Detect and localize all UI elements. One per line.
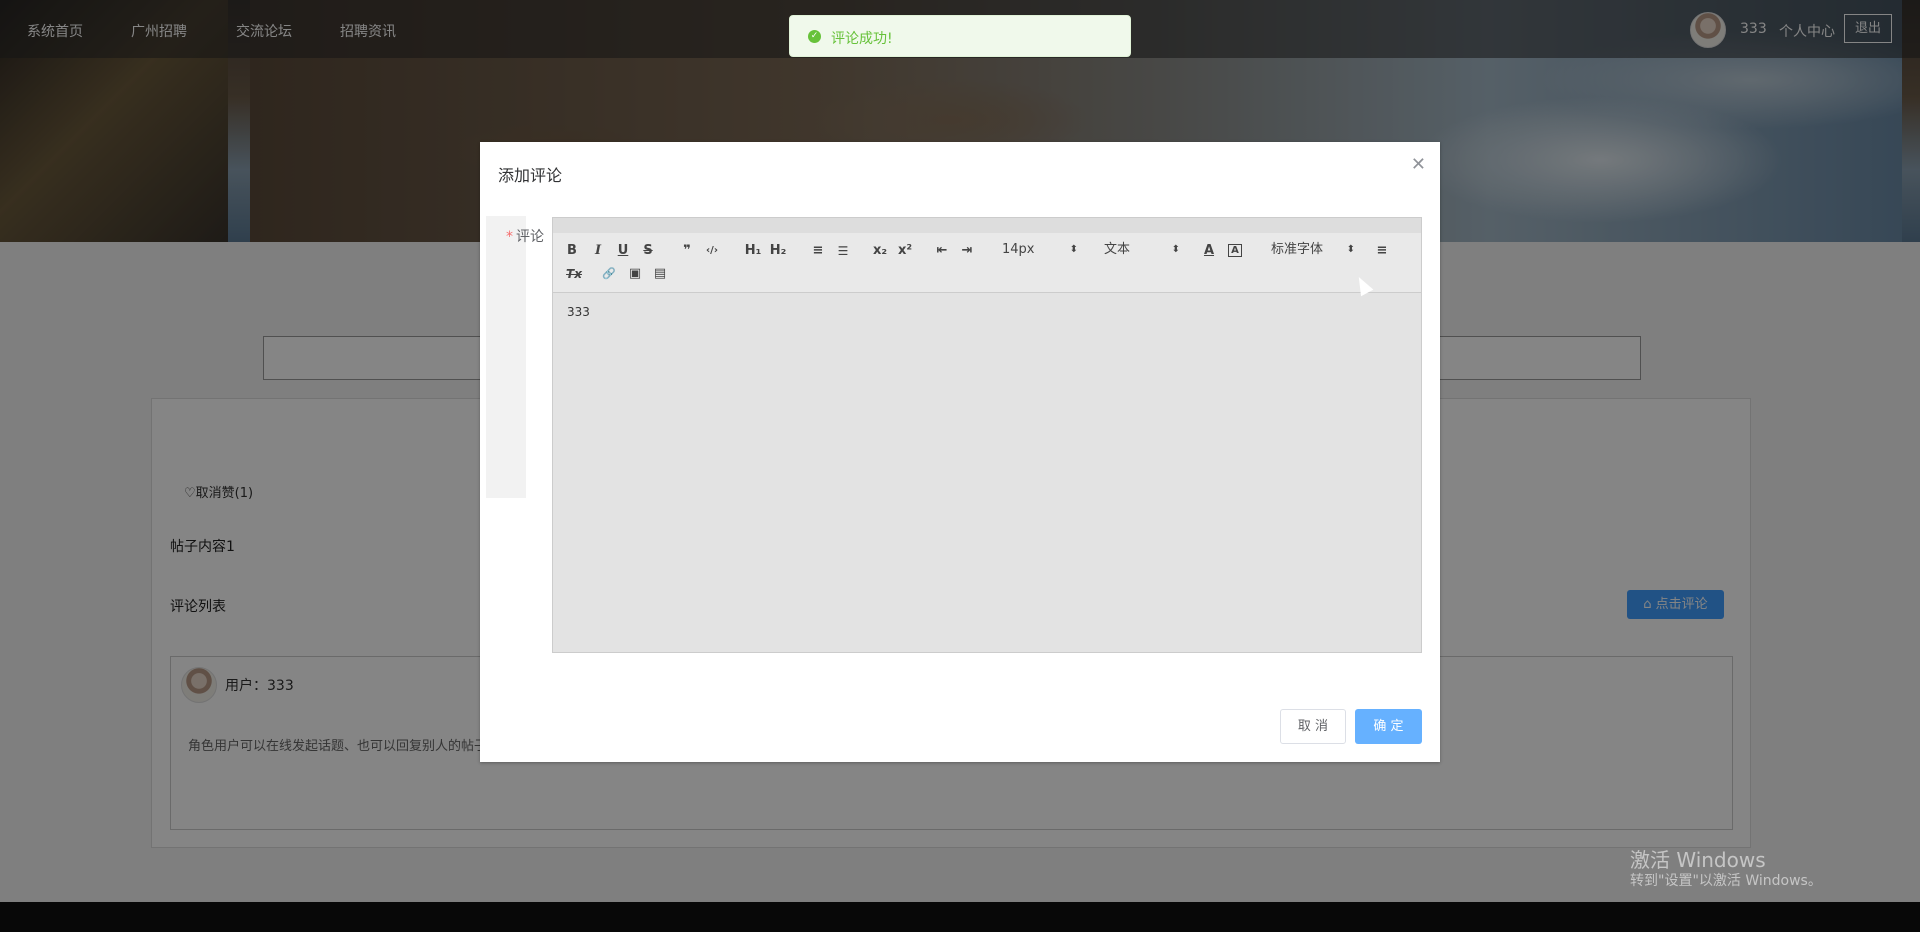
header-select-value: 文本 xyxy=(1104,242,1131,257)
outdent-icon[interactable]: ⇤ xyxy=(934,242,950,260)
add-comment-dialog: 添加评论 ✕ * 评论 B I U S ❞ ‹/› H₁ H₂ ≡ ☰ x₂ x²… xyxy=(480,142,1440,762)
windows-activation-subtitle: 转到"设置"以激活 Windows。 xyxy=(1630,873,1822,889)
font-family-select[interactable]: 标准字体 ⬍ xyxy=(1271,241,1355,259)
form-label-area xyxy=(486,216,526,498)
editor-toolbar: B I U S ❞ ‹/› H₁ H₂ ≡ ☰ x₂ x² ⇤ ⇥ 14px ⬍ … xyxy=(553,233,1421,293)
comment-label-text: 评论 xyxy=(516,229,544,245)
blockquote-icon[interactable]: ❞ xyxy=(679,242,695,260)
background-color-icon[interactable]: A xyxy=(1228,244,1242,257)
cancel-button[interactable]: 取 消 xyxy=(1280,709,1346,744)
dialog-title: 添加评论 xyxy=(498,166,563,185)
close-icon[interactable]: ✕ xyxy=(1411,156,1426,174)
text-color-icon[interactable]: A xyxy=(1202,242,1216,260)
editor-top-strip xyxy=(553,218,1421,233)
italic-icon[interactable]: I xyxy=(591,242,605,260)
indent-icon[interactable]: ⇥ xyxy=(959,242,975,260)
editor-content-area[interactable]: 333 xyxy=(553,293,1421,652)
select-arrow-icon: ⬍ xyxy=(1069,244,1078,255)
video-icon[interactable]: ▤ xyxy=(652,265,668,283)
link-icon[interactable]: 🔗 xyxy=(601,265,617,283)
font-size-select[interactable]: 14px ⬍ xyxy=(1002,241,1078,259)
ordered-list-icon[interactable]: ≡ xyxy=(810,242,826,260)
check-circle-icon: ✓ xyxy=(808,30,821,43)
font-family-value: 标准字体 xyxy=(1271,242,1324,257)
header-1-icon[interactable]: H₁ xyxy=(743,242,763,260)
strikethrough-icon[interactable]: S xyxy=(641,242,655,260)
select-arrow-icon: ⬍ xyxy=(1171,244,1180,255)
toast-message: 评论成功! xyxy=(831,31,893,47)
align-left-icon[interactable]: ≡ xyxy=(1374,242,1390,260)
required-mark: * xyxy=(506,229,513,245)
superscript-icon[interactable]: x² xyxy=(896,242,914,260)
clear-format-icon[interactable]: Tx xyxy=(565,265,583,283)
font-size-value: 14px xyxy=(1002,242,1035,257)
editor-text: 333 xyxy=(567,305,590,319)
code-block-icon[interactable]: ‹/› xyxy=(703,242,721,260)
bullet-list-icon[interactable]: ☰ xyxy=(835,242,851,260)
subscript-icon[interactable]: x₂ xyxy=(871,242,889,260)
underline-icon[interactable]: U xyxy=(616,242,630,260)
header-2-icon[interactable]: H₂ xyxy=(768,242,788,260)
header-select[interactable]: 文本 ⬍ xyxy=(1104,241,1180,259)
windows-activation-watermark: 激活 Windows xyxy=(1630,848,1766,872)
select-arrow-icon: ⬍ xyxy=(1346,244,1355,255)
rich-text-editor: B I U S ❞ ‹/› H₁ H₂ ≡ ☰ x₂ x² ⇤ ⇥ 14px ⬍ … xyxy=(552,217,1422,653)
bold-icon[interactable]: B xyxy=(565,242,579,260)
confirm-button[interactable]: 确 定 xyxy=(1355,709,1422,744)
comment-field-label: * 评论 xyxy=(506,226,544,246)
success-toast: ✓ 评论成功! xyxy=(789,15,1131,57)
image-icon[interactable]: ▣ xyxy=(627,265,643,283)
